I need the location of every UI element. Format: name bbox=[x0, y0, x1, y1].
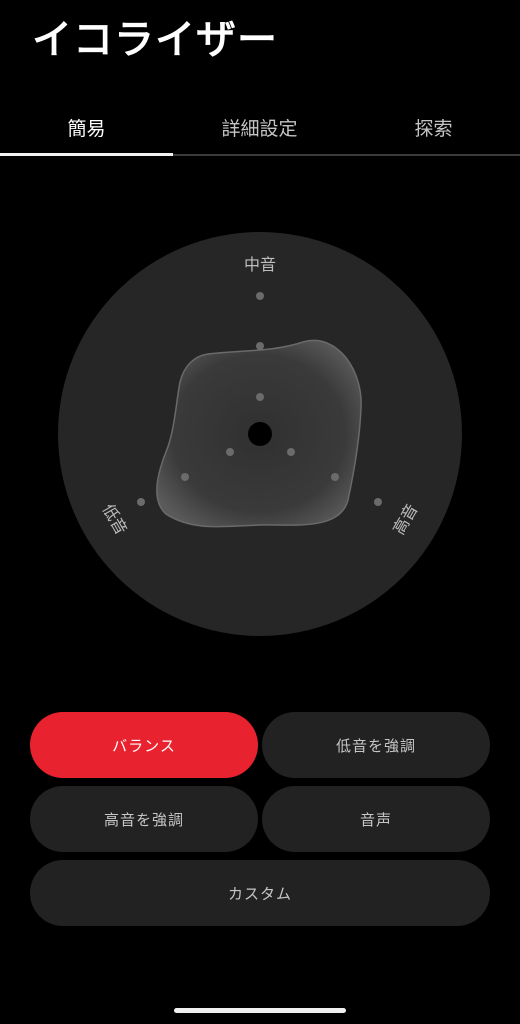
preset-custom-button[interactable]: カスタム bbox=[30, 860, 490, 926]
tab-explore[interactable]: 探索 bbox=[347, 100, 520, 154]
mid-level-dot bbox=[256, 342, 264, 350]
treble-level-dot bbox=[374, 498, 382, 506]
bass-level-dot bbox=[226, 448, 234, 456]
equalizer-panel[interactable]: 中音 低音 高音 bbox=[58, 232, 462, 636]
preset-treble-boost-button[interactable]: 高音を強調 bbox=[30, 786, 258, 852]
treble-level-dot bbox=[287, 448, 295, 456]
tab-advanced-settings[interactable]: 詳細設定 bbox=[173, 100, 346, 154]
bass-level-dot bbox=[137, 498, 145, 506]
tab-active-indicator bbox=[0, 153, 173, 156]
treble-level-dot bbox=[331, 473, 339, 481]
mid-label: 中音 bbox=[244, 255, 276, 274]
equalizer-graphic[interactable]: 中音 低音 高音 bbox=[58, 232, 462, 636]
center-handle[interactable] bbox=[248, 422, 272, 446]
bass-level-dot bbox=[181, 473, 189, 481]
home-indicator[interactable] bbox=[174, 1008, 346, 1013]
tab-bar: 簡易 詳細設定 探索 bbox=[0, 100, 520, 156]
tab-simple[interactable]: 簡易 bbox=[0, 100, 173, 154]
mid-level-dot bbox=[256, 292, 264, 300]
preset-bass-boost-button[interactable]: 低音を強調 bbox=[262, 712, 490, 778]
mid-level-dot bbox=[256, 393, 264, 401]
preset-balance-button[interactable]: バランス bbox=[30, 712, 258, 778]
preset-voice-button[interactable]: 音声 bbox=[262, 786, 490, 852]
page-title: イコライザー bbox=[32, 17, 278, 63]
